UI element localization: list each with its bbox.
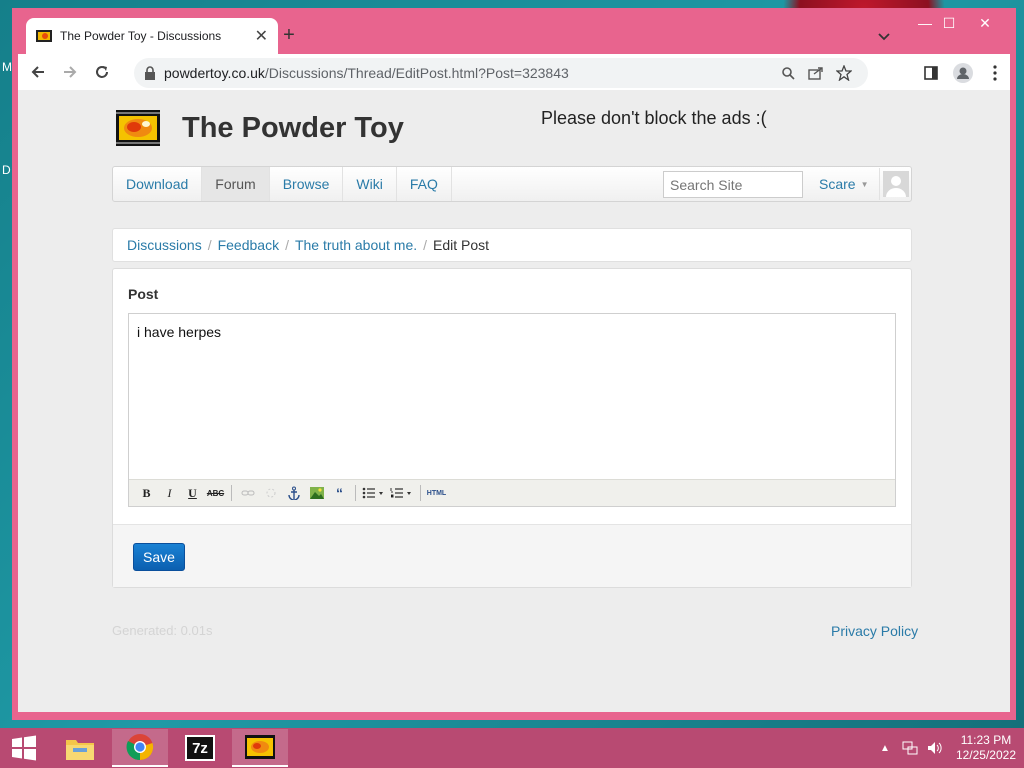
side-panel-icon[interactable] (916, 58, 946, 88)
windows-logo-icon (12, 735, 36, 761)
close-window-icon[interactable]: ✕ (970, 12, 1000, 34)
volume-icon[interactable] (926, 740, 942, 756)
user-name: Scare (819, 176, 856, 192)
html-source-icon[interactable]: HTML (425, 483, 448, 503)
chrome-icon (126, 734, 154, 761)
breadcrumb-separator: / (423, 237, 428, 253)
seven-zip-icon: 7z (185, 735, 215, 761)
url-text: powdertoy.co.uk/Discussions/Thread/EditP… (164, 65, 569, 81)
site-navbar: Download Forum Browse Wiki FAQ Scare ▼ (112, 166, 912, 202)
anchor-icon[interactable] (282, 483, 305, 503)
tab-title: The Powder Toy - Discussions (60, 29, 222, 43)
zoom-icon[interactable] (774, 59, 802, 87)
underline-icon[interactable]: U (181, 483, 204, 503)
toolbar-divider (231, 485, 232, 501)
system-tray: ▲ 11:23 PM 12/25/2022 (880, 728, 1024, 768)
clock-time: 11:23 PM (960, 733, 1012, 747)
lock-icon (145, 66, 155, 80)
taskbar-powder-toy[interactable] (232, 729, 288, 767)
breadcrumb-feedback[interactable]: Feedback (218, 237, 279, 253)
numbered-list-icon[interactable] (388, 483, 416, 503)
breadcrumb-thread[interactable]: The truth about me. (295, 237, 417, 253)
clock-date: 12/25/2022 (955, 748, 1016, 762)
taskbar: 7z ▲ 11:23 PM 12/25/2022 (0, 728, 1024, 768)
clock[interactable]: 11:23 PM 12/25/2022 (956, 733, 1016, 763)
forward-icon[interactable] (54, 56, 86, 88)
share-icon[interactable] (802, 59, 830, 87)
nav-wiki[interactable]: Wiki (343, 167, 397, 201)
address-bar[interactable]: powdertoy.co.uk/Discussions/Thread/EditP… (134, 58, 868, 88)
post-content[interactable]: i have herpes (137, 324, 221, 340)
taskbar-file-explorer[interactable] (52, 729, 108, 767)
tab-search-chevron-icon[interactable] (876, 28, 892, 44)
post-editor[interactable]: i have herpes B I U ABC “ HTML (128, 313, 896, 507)
privacy-policy-link[interactable]: Privacy Policy (831, 623, 918, 639)
folder-icon (66, 740, 94, 760)
start-button[interactable] (0, 728, 48, 768)
tab-close-icon[interactable]: ✕ (255, 26, 268, 46)
nav-faq[interactable]: FAQ (397, 167, 452, 201)
nav-download[interactable]: Download (113, 167, 203, 201)
editor-toolbar: B I U ABC “ HTML (129, 479, 895, 506)
desktop-letter-d: D (2, 163, 11, 177)
strikethrough-icon[interactable]: ABC (204, 483, 227, 503)
desktop-letter-m: M (2, 60, 12, 74)
site-header: The Powder Toy Please don't block the ad… (112, 108, 912, 168)
tab-strip: The Powder Toy - Discussions ✕ + — ☐ ✕ (12, 8, 1016, 54)
powder-toy-favicon-icon (36, 30, 52, 42)
avatar[interactable] (879, 168, 911, 200)
page-viewport: The Powder Toy Please don't block the ad… (18, 90, 1010, 712)
maximize-icon[interactable]: ☐ (934, 12, 964, 34)
taskbar-chrome[interactable] (112, 729, 168, 767)
menu-kebab-icon[interactable] (980, 58, 1010, 88)
image-icon[interactable] (305, 483, 328, 503)
browser-toolbar: powdertoy.co.uk/Discussions/Thread/EditP… (18, 54, 1010, 90)
user-menu[interactable]: Scare ▼ (819, 167, 869, 201)
browser-tab[interactable]: The Powder Toy - Discussions ✕ (26, 18, 278, 54)
toolbar-divider (420, 485, 421, 501)
ad-notice: Please don't block the ads :( (541, 108, 767, 128)
powder-toy-app-icon (245, 735, 275, 759)
toolbar-divider (355, 485, 356, 501)
nav-browse[interactable]: Browse (270, 167, 344, 201)
bold-icon[interactable]: B (135, 483, 158, 503)
edit-post-panel: Post i have herpes B I U ABC “ HTML Save (112, 268, 912, 588)
breadcrumb-separator: / (207, 237, 212, 253)
back-icon[interactable] (22, 56, 54, 88)
breadcrumb-discussions[interactable]: Discussions (127, 237, 202, 253)
unlink-icon[interactable] (259, 483, 282, 503)
panel-footer: Save (113, 524, 911, 587)
quote-icon[interactable]: “ (328, 483, 351, 503)
browser-window: The Powder Toy - Discussions ✕ + — ☐ ✕ p… (12, 8, 1016, 720)
bullet-list-icon[interactable] (360, 483, 388, 503)
powder-toy-logo-icon[interactable] (116, 110, 160, 146)
save-button[interactable]: Save (133, 543, 185, 571)
breadcrumb-current: Edit Post (433, 237, 490, 253)
taskbar-7zip[interactable]: 7z (172, 729, 228, 767)
link-icon[interactable] (236, 483, 259, 503)
new-tab-icon[interactable]: + (278, 24, 300, 46)
chevron-down-icon: ▼ (860, 179, 869, 189)
breadcrumb-separator: / (285, 237, 289, 253)
bookmark-star-icon[interactable] (830, 59, 858, 87)
italic-icon[interactable]: I (158, 483, 181, 503)
show-hidden-icons-icon[interactable]: ▲ (880, 743, 890, 754)
breadcrumb: Discussions / Feedback / The truth about… (112, 228, 912, 262)
site-title[interactable]: The Powder Toy (182, 112, 404, 145)
generated-time: Generated: 0.01s (112, 623, 213, 638)
network-icon[interactable] (902, 740, 918, 756)
site-search-input[interactable] (663, 171, 803, 198)
profile-icon[interactable] (948, 58, 978, 88)
nav-forum[interactable]: Forum (202, 167, 270, 201)
post-label: Post (128, 286, 159, 302)
reload-icon[interactable] (86, 56, 118, 88)
